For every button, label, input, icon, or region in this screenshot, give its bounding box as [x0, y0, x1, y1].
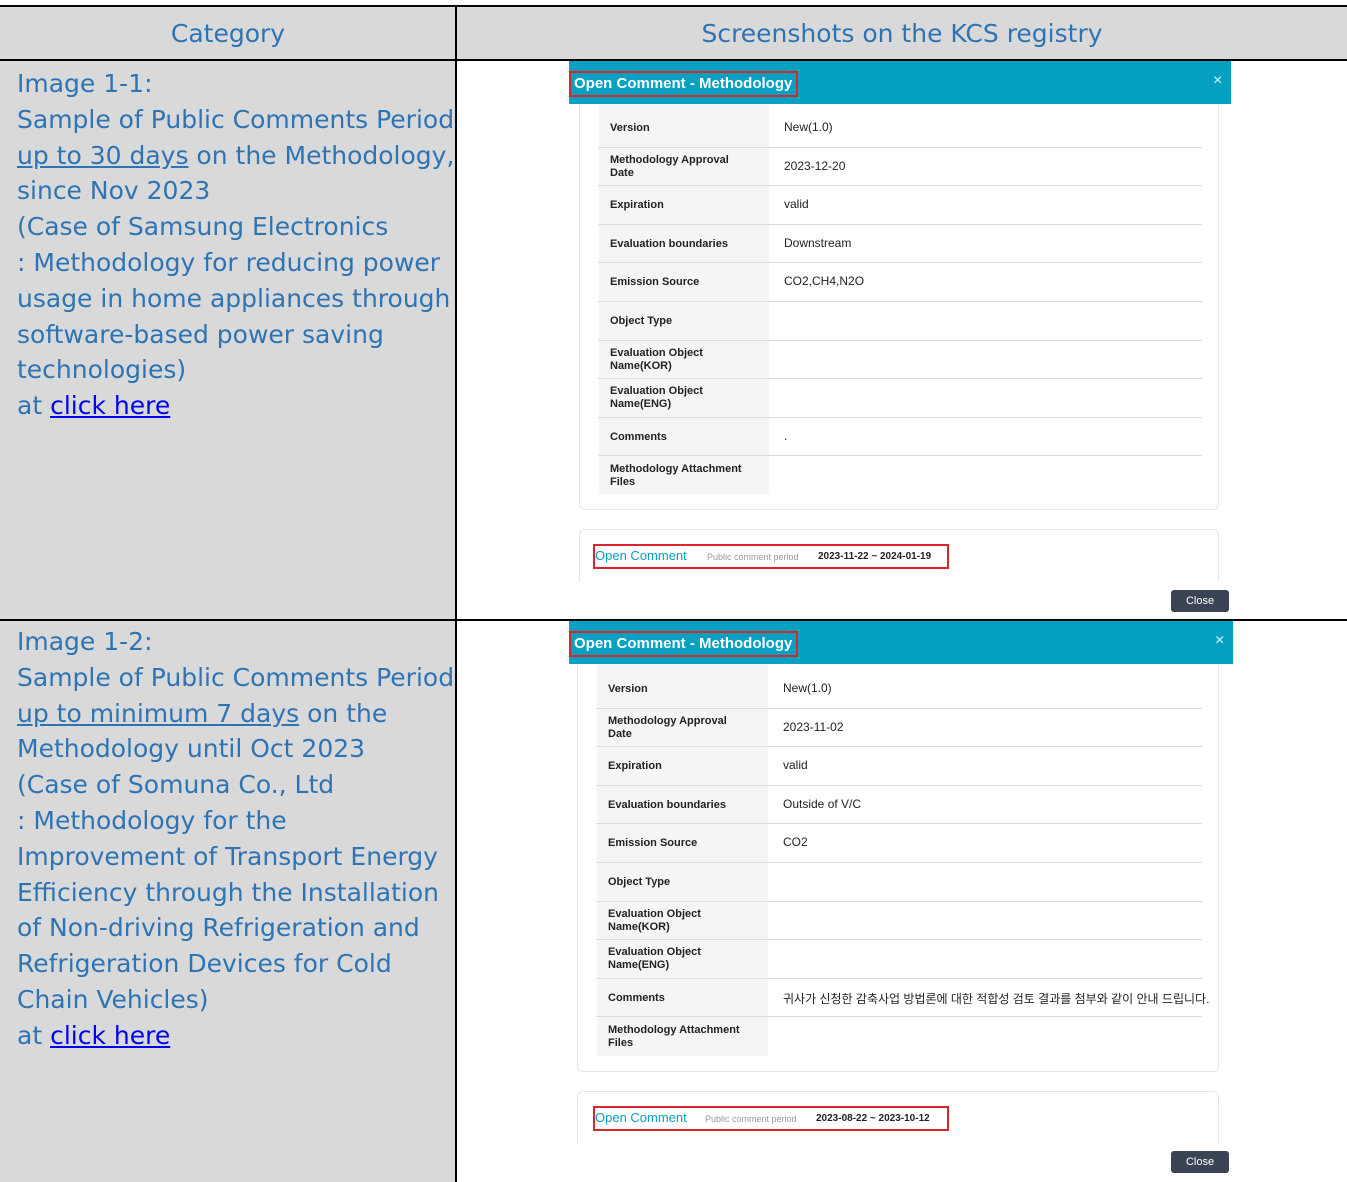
dialog2-title: Open Comment - Methodology [569, 631, 799, 657]
row-separator [596, 784, 1202, 786]
row-separator [596, 707, 1202, 709]
field-label: Methodology Approval Date [610, 153, 729, 179]
field-label: Expiration [610, 198, 664, 211]
dialog1-header: Open Comment - Methodology × [569, 61, 1231, 104]
row-separator [598, 301, 1202, 302]
field-label: Comments [608, 991, 665, 1004]
field-value: CO2,CH4,N2O [784, 274, 865, 289]
field-label: Comments [610, 430, 667, 443]
field-label: Evaluation Object Name(ENG) [610, 385, 703, 411]
row-separator [596, 977, 1202, 979]
row-separator [596, 900, 1202, 902]
row-separator [596, 939, 1202, 941]
open-comment-box-2: Open Comment Public comment period 2023-… [593, 1106, 949, 1131]
field-value: 2023-11-02 [783, 719, 844, 734]
period-label-1: Public comment period [707, 552, 799, 562]
row1-description: Image 1-1: Sample of Public Comments Per… [17, 69, 455, 421]
row-separator [598, 455, 1202, 457]
field-value: Downstream [784, 235, 852, 250]
field-value: valid [783, 758, 808, 773]
period-label-2: Public comment period [705, 1114, 797, 1124]
close-icon[interactable]: × [1215, 632, 1224, 650]
period-dates-2: 2023-08-22 ~ 2023-10-12 [816, 1113, 930, 1124]
field-label: Evaluation Object Name(KOR) [610, 346, 703, 372]
field-label: Version [608, 682, 648, 695]
row-separator [596, 1016, 1202, 1018]
header-screenshots: Screenshots on the KCS registry [457, 7, 1347, 60]
row-separator [596, 746, 1202, 748]
open-comment-link-1[interactable]: Open Comment [595, 548, 687, 563]
row-separator [598, 146, 1202, 148]
field-value: CO2 [783, 835, 808, 850]
field-label: Evaluation boundaries [608, 798, 726, 811]
field-label: Version [610, 121, 650, 134]
field-label: Methodology Approval Date [608, 714, 727, 740]
field-label: Evaluation Object Name(KOR) [608, 907, 701, 933]
row-separator [598, 378, 1202, 380]
row-separator [596, 823, 1202, 825]
field-label: Object Type [608, 875, 671, 888]
field-label: Methodology Attachment Files [608, 1023, 740, 1049]
field-value: valid [784, 197, 809, 212]
field-label: Methodology Attachment Files [610, 462, 742, 488]
period-dates-1: 2023-11-22 ~ 2024-01-19 [818, 551, 932, 562]
row2-description: Image 1-2: Sample of Public Comments Per… [17, 627, 455, 1050]
field-value: 귀사가 신청한 감축사업 방법론에 대한 적합성 검토 결과를 첨부와 같이 안… [783, 991, 1210, 1006]
row-separator [598, 185, 1202, 187]
close-button-2[interactable]: Close [1171, 1151, 1229, 1173]
close-button-1[interactable]: Close [1171, 590, 1229, 612]
row-separator [598, 339, 1202, 341]
row-separator [598, 223, 1202, 225]
field-value: New(1.0) [783, 681, 832, 695]
field-value: . [784, 428, 788, 443]
close-icon[interactable]: × [1213, 72, 1222, 90]
field-value: New(1.0) [784, 120, 833, 134]
field-label: Evaluation boundaries [610, 237, 728, 250]
click-here-link-1[interactable]: click here [50, 391, 170, 420]
row-separator [596, 862, 1202, 863]
open-comment-box-1: Open Comment Public comment period 2023-… [593, 544, 949, 569]
column-divider [455, 5, 457, 1182]
field-value: Outside of V/C [783, 796, 862, 811]
field-label: Expiration [608, 759, 662, 772]
row-separator [598, 416, 1202, 418]
field-label: Emission Source [608, 837, 698, 850]
row-separator [598, 262, 1202, 264]
field-label: Evaluation Object Name(ENG) [608, 946, 701, 972]
open-comment-link-2[interactable]: Open Comment [595, 1110, 687, 1125]
dialog1-title: Open Comment - Methodology [569, 71, 799, 97]
click-here-link-2[interactable]: click here [50, 1021, 170, 1050]
field-label: Object Type [610, 314, 673, 327]
header-category: Category [0, 7, 456, 60]
table-top-border [0, 5, 1347, 7]
field-value: 2023-12-20 [784, 158, 846, 173]
dialog2-header: Open Comment - Methodology × [569, 621, 1233, 664]
field-label: Emission Source [610, 276, 700, 289]
